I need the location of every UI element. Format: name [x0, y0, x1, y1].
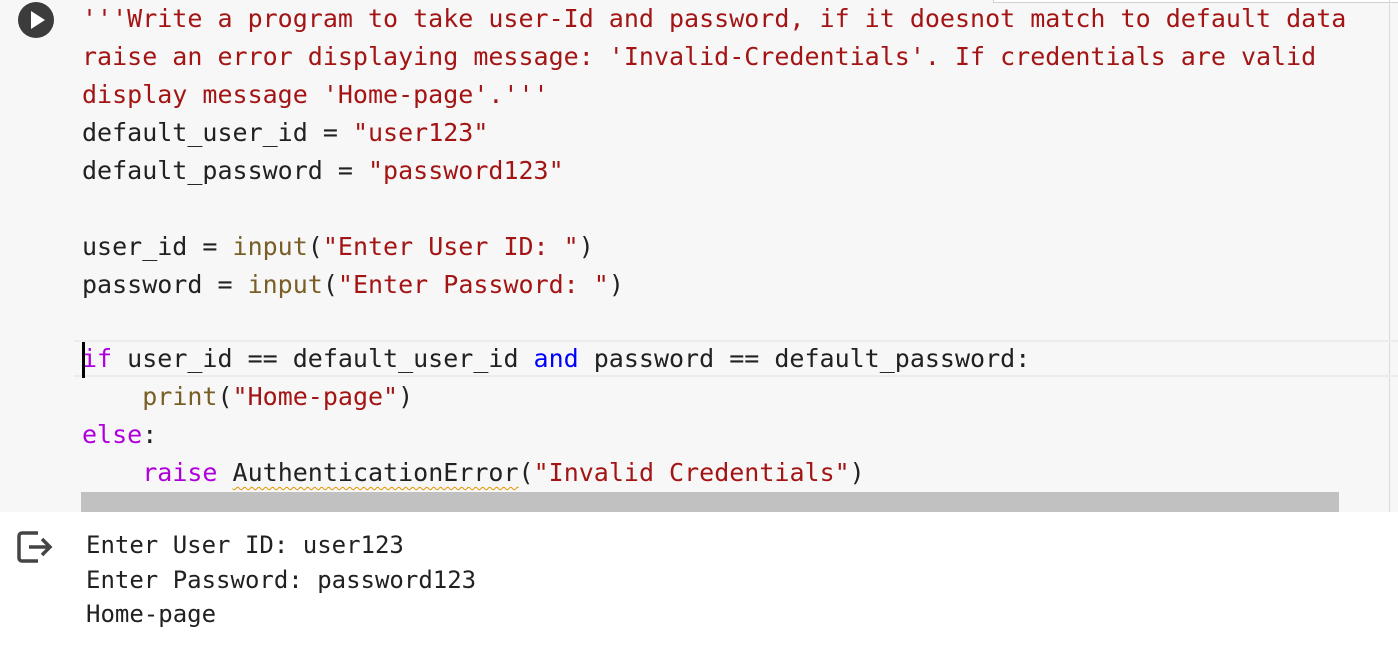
string-literal: "user123" — [352, 118, 489, 147]
keyword: else — [82, 420, 143, 449]
undefined-name-warning[interactable]: AuthenticationError — [233, 458, 519, 487]
identifier: user_id — [82, 232, 188, 261]
code-line-8[interactable]: password = input("Enter Password: ") — [82, 266, 624, 304]
output-line: Enter Password: password123 — [86, 566, 477, 594]
string-literal: "Enter Password: " — [337, 270, 609, 299]
keyword-and: and — [533, 344, 579, 373]
code-line-3[interactable]: display message 'Home-page'.''' — [82, 76, 549, 114]
code-line-4[interactable]: default_user_id = "user123" — [82, 114, 488, 152]
paren: ( — [217, 382, 233, 411]
colon: : — [142, 420, 158, 449]
paren: ( — [518, 458, 534, 487]
cell-output: Enter User ID: user123 Enter Password: p… — [0, 512, 1398, 650]
output-line: Home-page — [86, 600, 217, 628]
keyword: if — [82, 344, 113, 373]
code-line-2[interactable]: raise an error displaying message: 'Inva… — [82, 38, 1316, 76]
string-literal: "password123" — [367, 156, 564, 185]
operator: = — [187, 232, 233, 261]
paren: ) — [398, 382, 414, 411]
paren: ( — [322, 270, 338, 299]
operator: = — [307, 118, 353, 147]
operator: = — [322, 156, 368, 185]
function-name: print — [142, 382, 218, 411]
condition-left: user_id == default_user_id — [112, 344, 534, 373]
code-editor[interactable]: '''Write a program to take user-Id and p… — [74, 0, 1398, 512]
output-line: Enter User ID: user123 — [86, 531, 404, 559]
paren: ( — [307, 232, 323, 261]
paren: ) — [849, 458, 865, 487]
code-line-5[interactable]: default_password = "password123" — [82, 152, 564, 190]
code-line-11[interactable]: print("Home-page") — [82, 378, 413, 416]
string-literal: "Home-page" — [232, 382, 399, 411]
code-line-7[interactable]: user_id = input("Enter User ID: ") — [82, 228, 594, 266]
text-cursor — [82, 342, 85, 378]
play-icon — [31, 11, 45, 29]
run-cell-button[interactable] — [18, 2, 54, 38]
paren: ) — [608, 270, 624, 299]
cell-gutter — [0, 0, 74, 512]
identifier: default_user_id — [82, 118, 308, 147]
output-redirect-icon[interactable] — [16, 528, 54, 566]
code-line-12[interactable]: else: — [82, 416, 157, 454]
keyword: raise — [142, 458, 218, 487]
string-literal: "Enter User ID: " — [322, 232, 579, 261]
code-line-1[interactable]: '''Write a program to take user-Id and p… — [82, 0, 1346, 38]
horizontal-scrollbar[interactable] — [81, 492, 1339, 512]
code-cell[interactable]: '''Write a program to take user-Id and p… — [0, 0, 1398, 512]
function-name: input — [232, 232, 308, 261]
identifier: default_password — [82, 156, 323, 185]
function-name: input — [247, 270, 323, 299]
code-line-13[interactable]: raise AuthenticationError("Invalid Crede… — [82, 454, 865, 492]
code-line-10[interactable]: if user_id == default_user_id and passwo… — [82, 340, 1030, 378]
string-literal: "Invalid Credentials" — [533, 458, 850, 487]
line-length-ruler — [1389, 0, 1390, 512]
identifier: password — [82, 270, 203, 299]
operator: = — [202, 270, 248, 299]
paren: ) — [578, 232, 594, 261]
condition-right: password == default_password: — [578, 344, 1031, 373]
